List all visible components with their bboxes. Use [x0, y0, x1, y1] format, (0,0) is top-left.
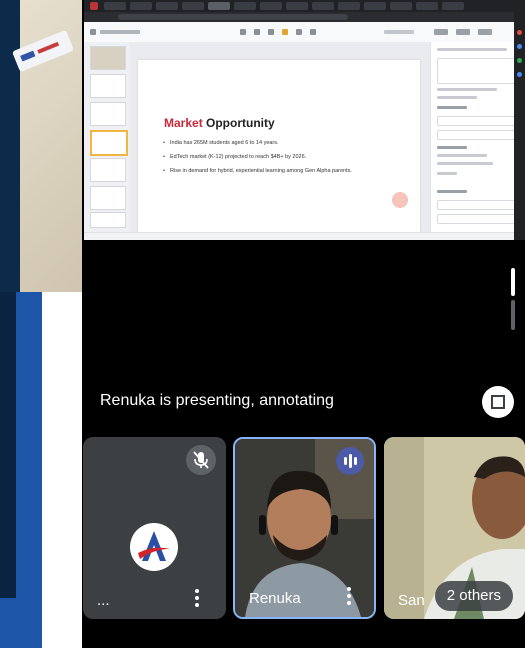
others-count-badge[interactable]: 2 others — [434, 581, 513, 611]
slides-toolbar — [84, 22, 525, 43]
slides-status-bar — [84, 232, 525, 240]
participant-tile[interactable]: San 2 others — [384, 437, 525, 619]
avatar — [130, 523, 178, 571]
shared-screen: Market Opportunity India has 265M studen… — [84, 0, 525, 240]
format-panel — [430, 42, 525, 232]
slide-logo — [392, 192, 408, 208]
browser-side-panel — [514, 0, 525, 240]
slide-thumbnails — [84, 42, 130, 232]
slides-editor: Market Opportunity India has 265M studen… — [84, 22, 525, 240]
scrollbar-track[interactable] — [511, 300, 515, 330]
audio-level-icon — [336, 447, 364, 475]
current-slide: Market Opportunity India has 265M studen… — [138, 60, 420, 232]
fullscreen-button[interactable] — [482, 386, 514, 418]
more-vert-icon[interactable] — [195, 589, 199, 607]
participant-tile[interactable]: ... — [83, 437, 226, 619]
slide-bullet: EdTech market (K-12) projected to reach … — [163, 154, 306, 160]
presentation-stage: Renuka is presenting, annotating — [84, 240, 525, 428]
browser-tab-bar — [84, 0, 525, 12]
slide-title: Market Opportunity — [164, 116, 275, 130]
left-camera-feed — [0, 0, 82, 648]
slide-canvas: Market Opportunity India has 265M studen… — [130, 42, 430, 232]
participant-name: San — [398, 592, 425, 609]
mic-off-icon — [186, 445, 216, 475]
presenting-label: Renuka is presenting, annotating — [100, 392, 334, 409]
participant-name: Renuka — [249, 590, 301, 607]
slide-bullet: India has 265M students aged 6 to 14 yea… — [163, 140, 279, 146]
participant-tile-active[interactable]: Renuka — [233, 437, 376, 619]
scrollbar-thumb[interactable] — [511, 268, 515, 296]
browser-address-bar — [84, 12, 525, 22]
slide-bullet: Rise in demand for hybrid, experiential … — [163, 168, 352, 174]
participant-name: ... — [97, 592, 110, 609]
more-vert-icon[interactable] — [347, 587, 351, 605]
